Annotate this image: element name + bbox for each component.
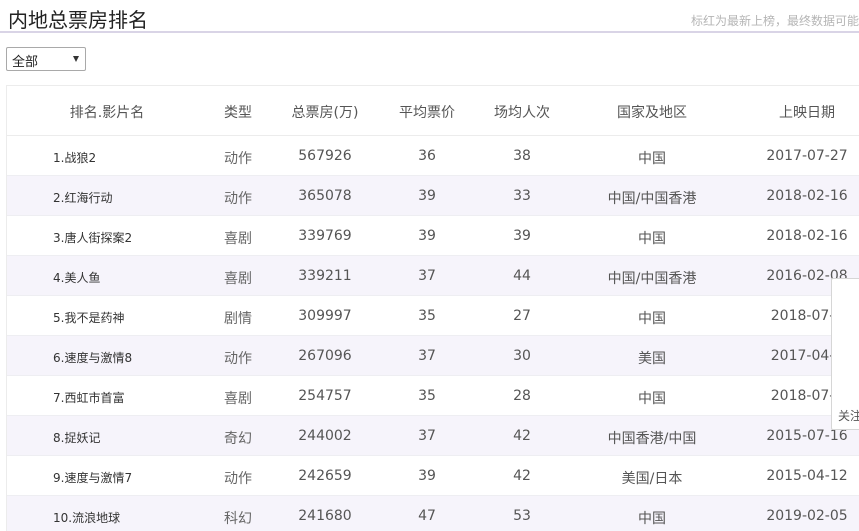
cell-title[interactable]: 10.流浪地球 — [53, 509, 120, 526]
cell-title[interactable]: 9.速度与激情7 — [53, 469, 132, 486]
ranking-table: 排名.影片名 类型 总票房(万) 平均票价 场均人次 国家及地区 上映日期 1.… — [6, 85, 859, 531]
cell-attendance: 38 — [513, 148, 531, 164]
cell-attendance: 39 — [513, 228, 531, 244]
category-select-value: 全部 — [12, 55, 39, 70]
cell-box-office: 339769 — [298, 228, 352, 244]
cell-country: 美国/日本 — [621, 471, 683, 487]
cell-avg-price: 39 — [418, 468, 436, 484]
header-note: 标红为最新上榜，最终数据可能 — [690, 14, 859, 28]
cell-genre: 动作 — [224, 151, 252, 167]
cell-country: 中国 — [638, 311, 666, 327]
cell-attendance: 27 — [513, 308, 531, 324]
cell-country: 中国 — [638, 231, 666, 247]
cell-avg-price: 39 — [418, 188, 436, 204]
cell-release-date: 2018-02-16 — [766, 228, 848, 244]
cell-box-office: 567926 — [298, 148, 352, 164]
table-header: 排名.影片名 类型 总票房(万) 平均票价 场均人次 国家及地区 上映日期 — [7, 86, 859, 136]
cell-box-office: 309997 — [298, 308, 352, 324]
cell-release-date: 2019-02-05 — [766, 508, 848, 524]
cell-title[interactable]: 5.我不是药神 — [53, 309, 124, 326]
header-country[interactable]: 国家及地区 — [587, 102, 717, 122]
cell-genre: 科幻 — [224, 511, 252, 527]
cell-box-office: 254757 — [298, 388, 352, 404]
cell-genre: 喜剧 — [224, 271, 252, 287]
cell-title[interactable]: 1.战狼2 — [53, 149, 96, 166]
cell-avg-price: 47 — [418, 508, 436, 524]
cell-attendance: 44 — [513, 268, 531, 284]
header-attendance[interactable]: 场均人次 — [487, 102, 557, 122]
page-header: 内地总票房排名 标红为最新上榜，最终数据可能 — [0, 0, 859, 33]
cell-avg-price: 36 — [418, 148, 436, 164]
cell-country: 中国 — [638, 151, 666, 167]
cell-release-date: 2018-02-16 — [766, 188, 848, 204]
dropdown-arrow-icon — [73, 56, 79, 62]
header-rank-title[interactable]: 排名.影片名 — [62, 102, 152, 122]
cell-attendance: 53 — [513, 508, 531, 524]
cell-genre: 动作 — [224, 471, 252, 487]
cell-country: 中国/中国香港 — [607, 271, 697, 287]
cell-country: 中国/中国香港 — [607, 191, 697, 207]
category-select[interactable]: 全部 — [6, 47, 86, 71]
header-box-office[interactable]: 总票房(万) — [285, 102, 365, 122]
cell-genre: 动作 — [224, 191, 252, 207]
cell-genre: 奇幻 — [224, 431, 252, 447]
cell-box-office: 267096 — [298, 348, 352, 364]
cell-attendance: 33 — [513, 188, 531, 204]
table-row[interactable]: 9.速度与激情7 动作 242659 39 42 美国/日本 2015-04-12 — [7, 456, 859, 496]
follow-side-tab[interactable]: 关注 — [831, 278, 859, 430]
cell-country: 美国 — [638, 351, 666, 367]
table-row[interactable]: 7.西虹市首富 喜剧 254757 35 28 中国 2018-07-2 — [7, 376, 859, 416]
table-row[interactable]: 6.速度与激情8 动作 267096 37 30 美国 2017-04-1 — [7, 336, 859, 376]
cell-avg-price: 35 — [418, 308, 436, 324]
cell-box-office: 242659 — [298, 468, 352, 484]
cell-title[interactable]: 8.捉妖记 — [53, 429, 100, 446]
cell-country: 中国 — [638, 391, 666, 407]
cell-avg-price: 37 — [418, 268, 436, 284]
cell-avg-price: 35 — [418, 388, 436, 404]
cell-title[interactable]: 2.红海行动 — [53, 189, 112, 206]
table-row[interactable]: 4.美人鱼 喜剧 339211 37 44 中国/中国香港 2016-02-08 — [7, 256, 859, 296]
cell-title[interactable]: 7.西虹市首富 — [53, 389, 124, 406]
table-row[interactable]: 2.红海行动 动作 365078 39 33 中国/中国香港 2018-02-16 — [7, 176, 859, 216]
table-row[interactable]: 3.唐人街探案2 喜剧 339769 39 39 中国 2018-02-16 — [7, 216, 859, 256]
cell-genre: 剧情 — [224, 311, 252, 327]
cell-box-office: 244002 — [298, 428, 352, 444]
cell-attendance: 28 — [513, 388, 531, 404]
cell-genre: 喜剧 — [224, 391, 252, 407]
cell-genre: 喜剧 — [224, 231, 252, 247]
table-row[interactable]: 8.捉妖记 奇幻 244002 37 42 中国香港/中国 2015-07-16 — [7, 416, 859, 456]
cell-box-office: 339211 — [298, 268, 352, 284]
cell-attendance: 42 — [513, 468, 531, 484]
cell-title[interactable]: 6.速度与激情8 — [53, 349, 132, 366]
cell-attendance: 42 — [513, 428, 531, 444]
cell-attendance: 30 — [513, 348, 531, 364]
cell-box-office: 365078 — [298, 188, 352, 204]
header-release-date[interactable]: 上映日期 — [757, 102, 857, 122]
cell-box-office: 241680 — [298, 508, 352, 524]
header-avg-price[interactable]: 平均票价 — [392, 102, 462, 122]
cell-country: 中国 — [638, 511, 666, 527]
header-genre[interactable]: 类型 — [207, 102, 269, 122]
table-row[interactable]: 1.战狼2 动作 567926 36 38 中国 2017-07-27 — [7, 136, 859, 176]
cell-release-date: 2015-07-16 — [766, 428, 848, 444]
cell-country: 中国香港/中国 — [607, 431, 697, 447]
cell-avg-price: 39 — [418, 228, 436, 244]
follow-label: 关注 — [838, 409, 859, 423]
box-office-page: 内地总票房排名 标红为最新上榜，最终数据可能 全部 排名.影片名 类型 总票房(… — [0, 0, 859, 531]
cell-title[interactable]: 4.美人鱼 — [53, 269, 100, 286]
page-title: 内地总票房排名 — [8, 8, 148, 32]
table-row[interactable]: 5.我不是药神 剧情 309997 35 27 中国 2018-07-0 — [7, 296, 859, 336]
cell-release-date: 2015-04-12 — [766, 468, 848, 484]
table-row[interactable]: 10.流浪地球 科幻 241680 47 53 中国 2019-02-05 — [7, 496, 859, 531]
cell-title[interactable]: 3.唐人街探案2 — [53, 229, 132, 246]
cell-avg-price: 37 — [418, 428, 436, 444]
cell-avg-price: 37 — [418, 348, 436, 364]
cell-release-date: 2017-07-27 — [766, 148, 848, 164]
cell-genre: 动作 — [224, 351, 252, 367]
